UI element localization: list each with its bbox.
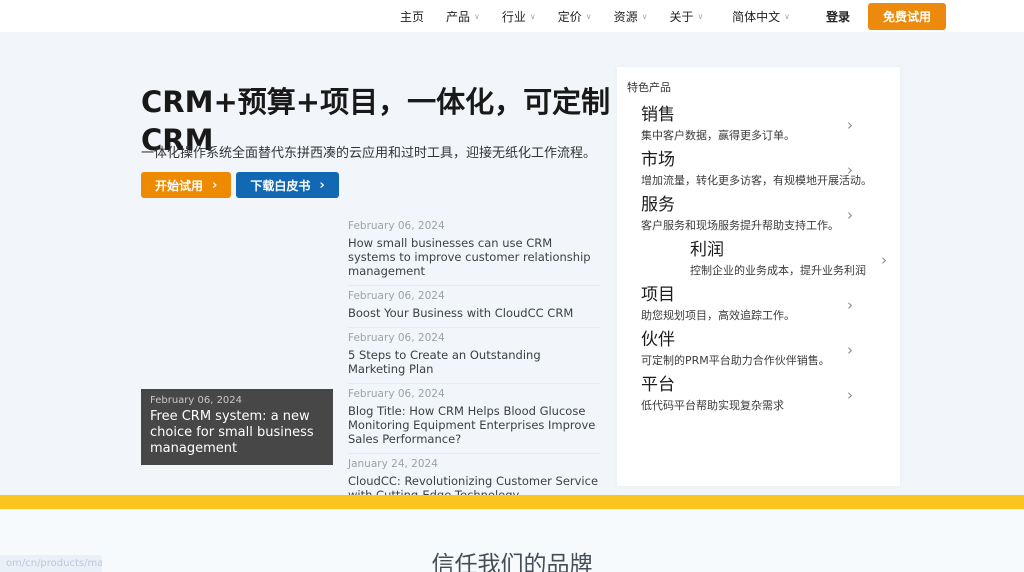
start-trial-label: 开始试用 <box>155 178 204 193</box>
sidebar-item-service[interactable]: 服务 客户服务和现场服务提升帮助支持工作。 › <box>627 195 890 240</box>
hero-title-line1: CRM+预算+项目，一体化，可定制 <box>141 85 611 120</box>
nav-item-pricing[interactable]: 定价 ∨ <box>558 8 592 25</box>
chevron-right-icon: › <box>847 341 853 359</box>
caret-down-icon: ∨ <box>585 12 592 21</box>
download-whitepaper-button[interactable]: 下载白皮书 › <box>236 172 339 198</box>
chevron-right-icon: › <box>881 251 887 269</box>
news-title[interactable]: Blog Title: How CRM Helps Blood Glucose … <box>348 404 600 446</box>
caret-down-icon: ∨ <box>784 12 790 21</box>
caret-down-icon: ∨ <box>474 12 480 21</box>
brands-section: 信任我们的品牌 <box>0 509 1024 572</box>
nav-item-about[interactable]: 关于 ∨ <box>670 8 704 25</box>
nav-item-label: 主页 <box>400 9 425 24</box>
nav-item-products[interactable]: 产品 ∨ <box>446 8 480 25</box>
yellow-divider-bar <box>0 495 1024 509</box>
chevron-right-icon: › <box>847 116 853 134</box>
chevron-right-icon: › <box>847 386 853 404</box>
sidebar-item-marketing[interactable]: 市场 增加流量，转化更多访客，有规模地开展活动。 › <box>627 150 890 195</box>
nav-item-home[interactable]: 主页 <box>400 8 424 25</box>
login-link[interactable]: 登录 <box>826 8 850 25</box>
hero-subtitle: 一体化操作系统全面替代东拼西凑的云应用和过时工具，迎接无纸化工作流程。 <box>141 146 597 161</box>
news-title[interactable]: 5 Steps to Create an Outstanding Marketi… <box>348 348 600 376</box>
news-date: February 06, 2024 <box>348 388 445 400</box>
caret-down-icon: ∨ <box>697 12 704 21</box>
news-date: January 24, 2024 <box>348 458 438 470</box>
news-date: February 06, 2024 <box>348 332 445 344</box>
chevron-right-icon: › <box>847 296 853 314</box>
news-list: February 06, 2024 How small businesses c… <box>348 216 600 530</box>
news-date: February 06, 2024 <box>348 290 445 302</box>
carousel-caption-date: February 06, 2024 <box>150 395 243 406</box>
news-date: February 06, 2024 <box>348 220 445 232</box>
nav-item-industries[interactable]: 行业 ∨ <box>502 8 536 25</box>
news-item[interactable]: February 06, 2024 Boost Your Business wi… <box>348 286 600 328</box>
caret-down-icon: ∨ <box>641 12 648 21</box>
nav-item-label: 行业 <box>501 9 526 24</box>
news-title[interactable]: Boost Your Business with CloudCC CRM <box>348 306 600 320</box>
language-selector[interactable]: 简体中文 ∨ <box>732 8 790 25</box>
download-whitepaper-label: 下载白皮书 <box>250 178 311 193</box>
nav-item-label: 资源 <box>613 9 638 24</box>
nav-menu: 主页 产品 ∨ 行业 ∨ 定价 ∨ 资源 ∨ 关于 ∨ <box>400 8 703 25</box>
hero-buttons: 开始试用 › 下载白皮书 › <box>141 172 339 198</box>
language-label: 简体中文 <box>732 9 781 24</box>
sidebar-item-partners[interactable]: 伙伴 可定制的PRM平台助力合作伙伴销售。 › <box>627 330 890 375</box>
news-item[interactable]: February 06, 2024 5 Steps to Create an O… <box>348 328 600 384</box>
nav-item-label: 定价 <box>557 9 582 24</box>
sidebar-item-title: 利润 <box>690 240 724 260</box>
news-item[interactable]: February 06, 2024 Blog Title: How CRM He… <box>348 384 600 454</box>
page: 主页 产品 ∨ 行业 ∨ 定价 ∨ 资源 ∨ 关于 ∨ 简体中文 ∨ 登录 免费… <box>0 0 1024 572</box>
nav-item-label: 产品 <box>446 9 471 24</box>
nav-item-resources[interactable]: 资源 ∨ <box>614 8 648 25</box>
featured-products-heading: 特色产品 <box>627 81 671 94</box>
brands-heading: 信任我们的品牌 <box>431 552 593 572</box>
chevron-right-icon: › <box>319 177 325 193</box>
start-trial-button[interactable]: 开始试用 › <box>141 172 232 198</box>
top-nav: 主页 产品 ∨ 行业 ∨ 定价 ∨ 资源 ∨ 关于 ∨ 简体中文 ∨ 登录 免费… <box>0 0 1024 32</box>
featured-products-card: 特色产品 销售 集中客户数据，赢得更多订单。 › 市场 增加流量，转化更多访客，… <box>617 67 900 486</box>
chevron-right-icon: › <box>847 206 853 224</box>
nav-item-label: 关于 <box>669 9 694 24</box>
carousel-caption-card[interactable]: February 06, 2024 Free CRM system: a new… <box>141 389 333 465</box>
news-title[interactable]: How small businesses can use CRM systems… <box>348 236 600 278</box>
news-item[interactable]: February 06, 2024 How small businesses c… <box>348 216 600 286</box>
sidebar-item-sales[interactable]: 销售 集中客户数据，赢得更多订单。 › <box>627 105 890 150</box>
sidebar-item-desc: 控制企业的业务成本，提升业务利润 <box>690 264 866 277</box>
status-bar-url: om/cn/products/marketing <box>0 555 102 572</box>
chevron-right-icon: › <box>847 161 853 179</box>
nav-right: 简体中文 ∨ 登录 免费试用 <box>732 2 946 30</box>
free-trial-button[interactable]: 免费试用 <box>867 2 946 30</box>
caret-down-icon: ∨ <box>529 12 536 21</box>
chevron-right-icon: › <box>212 177 218 193</box>
sidebar-item-projects[interactable]: 项目 助您规划项目，高效追踪工作。 › <box>627 285 890 330</box>
sidebar-item-platform[interactable]: 平台 低代码平台帮助实现复杂需求 › <box>627 375 890 420</box>
sidebar-item-profit[interactable]: 利润 控制企业的业务成本，提升业务利润 › <box>627 240 890 285</box>
carousel-caption-title: Free CRM system: a new choice for small … <box>150 409 314 456</box>
